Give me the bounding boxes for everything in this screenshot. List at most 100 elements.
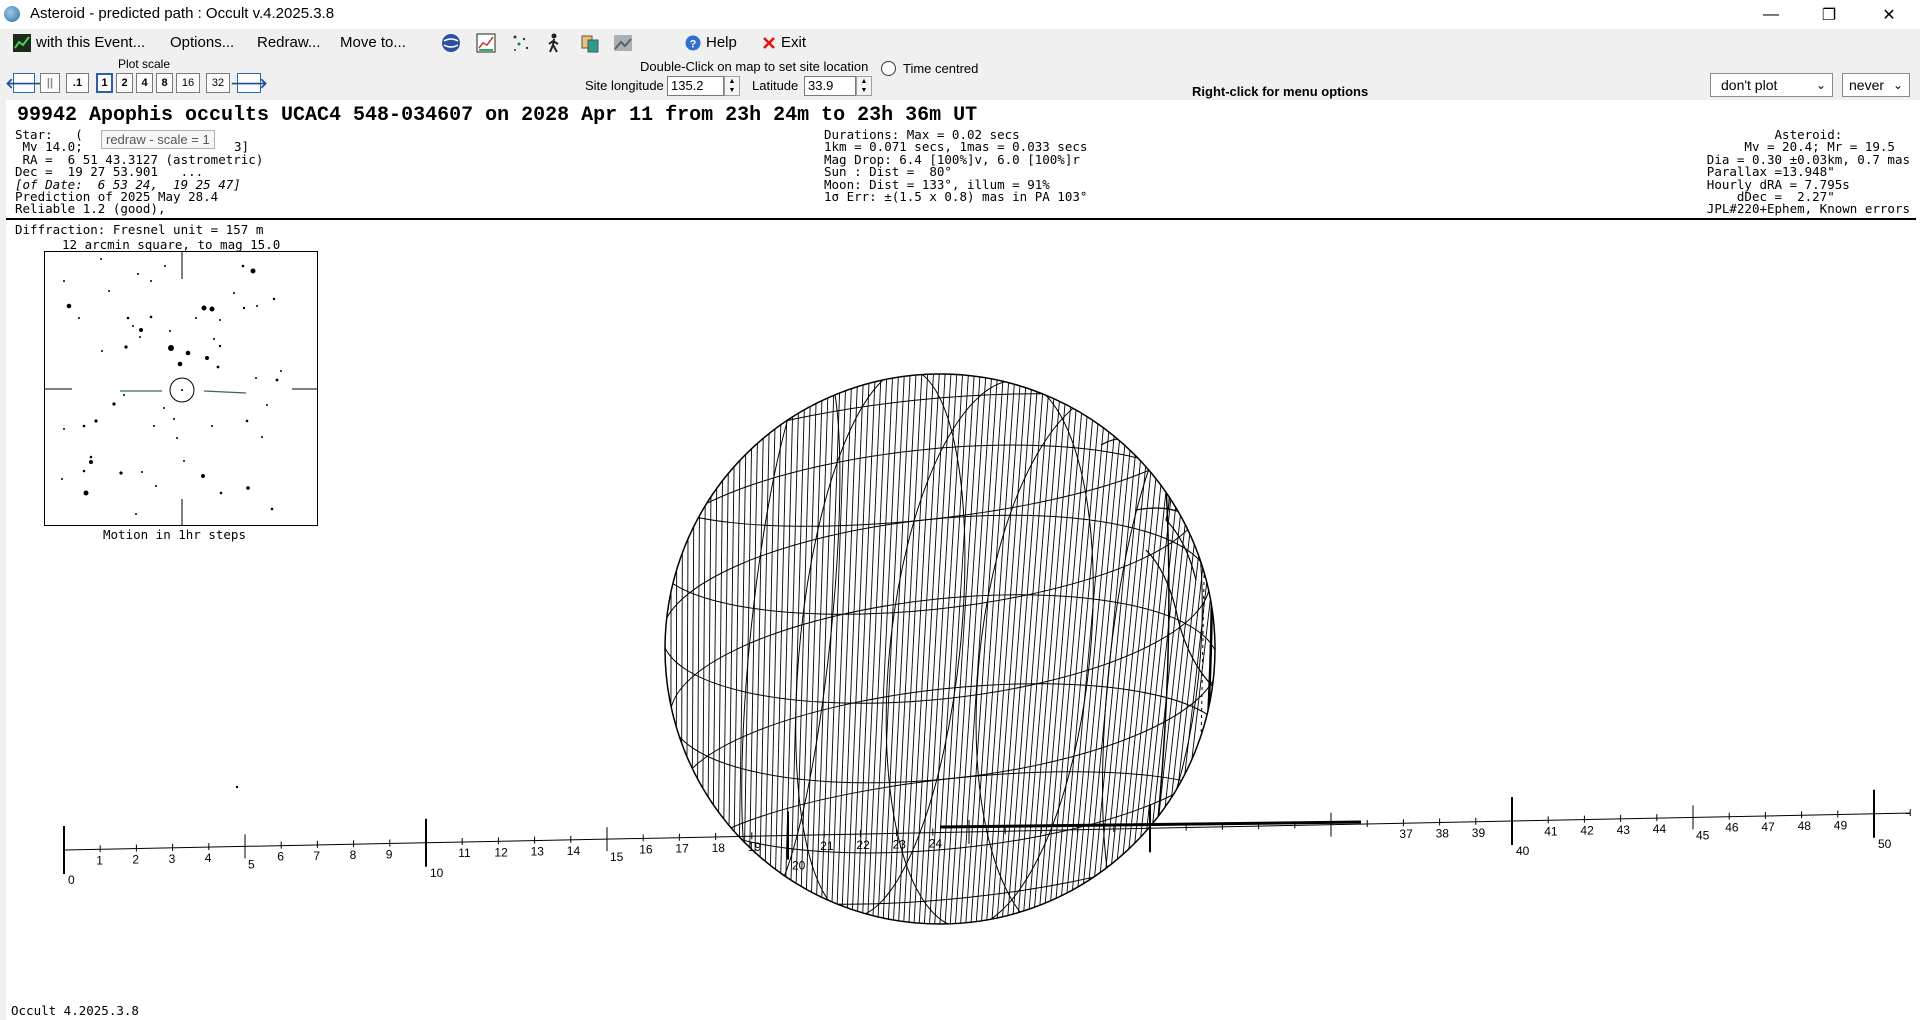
timeline-label: 39 [1472, 826, 1486, 840]
shadow-hatch-line [1001, 374, 1045, 924]
chevron-down-icon: ⌄ [1815, 78, 1826, 92]
restore-button[interactable]: ❐ [1800, 0, 1858, 29]
menu-exit[interactable]: Exit [781, 34, 806, 51]
menu-move-to[interactable]: Move to... [340, 34, 406, 51]
shadow-hatch-line [1063, 374, 1115, 924]
right-click-hint: Right-click for menu options [1192, 84, 1369, 99]
timeline-label: 3 [169, 852, 176, 866]
timeline-label: 1 [96, 853, 103, 867]
terminator-line [1179, 377, 1214, 924]
timeline-label: 2 [132, 853, 139, 867]
timeline-label: 43 [1617, 823, 1631, 837]
timeline-label: 40 [1516, 844, 1530, 858]
shadow-hatch-line [1171, 374, 1215, 924]
timeline-label: 4 [205, 851, 212, 865]
scale-button-1[interactable]: 1 [96, 73, 113, 93]
timeline-label: 37 [1399, 827, 1413, 841]
menu-help[interactable]: Help [706, 34, 737, 51]
scale-left-button[interactable]: 🡐 [5, 73, 43, 93]
menu-options[interactable]: Options... [170, 34, 234, 51]
version-footer: Occult 4.2025.3.8 [11, 1003, 139, 1018]
timeline-label: 17 [675, 842, 689, 856]
scale-button-32[interactable]: 32 [206, 73, 230, 93]
plot-scale-label: Plot scale [118, 57, 171, 71]
timeline-label: 24 [929, 837, 943, 851]
svg-text:?: ? [690, 39, 697, 51]
menu-bar: with this Event... Options... Redraw... … [0, 29, 1920, 58]
scale-button-16[interactable]: 16 [176, 73, 200, 93]
app-icon [4, 6, 20, 22]
close-icon [761, 35, 777, 51]
pause-button[interactable]: || [40, 73, 60, 93]
shadow-hatch-line [830, 374, 853, 924]
coastlines [1100, 438, 1215, 924]
latitude-spinner[interactable]: ▲ ▼ [856, 76, 872, 96]
timeline-label: 19 [748, 840, 762, 854]
minimize-button[interactable]: — [1742, 0, 1800, 29]
window-title: Asteroid - predicted path : Occult v.4.2… [30, 5, 335, 22]
site-longitude-label: Site longitude [585, 78, 664, 93]
path-limit-dotted [1261, 500, 1288, 1020]
double-click-hint: Double-Click on map to set site location [640, 59, 869, 74]
timeline-label: 21 [820, 839, 834, 853]
chart-icon[interactable] [476, 33, 496, 53]
shadow-hatch-line [1083, 374, 1139, 924]
stars-icon[interactable] [511, 33, 531, 53]
timeline-label: 44 [1653, 822, 1667, 836]
shadow-hatch-line [980, 374, 1022, 924]
timeline-label: 14 [567, 844, 581, 858]
shadow-hatch-line [1089, 374, 1144, 924]
timeline-label: 47 [1761, 820, 1775, 834]
menu-redraw[interactable]: Redraw... [257, 34, 320, 51]
close-window-button[interactable]: ✕ [1860, 0, 1918, 29]
timeline-label: 42 [1580, 824, 1594, 838]
never-combo-value: never [1849, 77, 1885, 93]
scale-button-01[interactable]: .1 [66, 73, 89, 93]
globe-graticule [665, 374, 1288, 1020]
timeline-label: 9 [386, 847, 393, 861]
image-icon[interactable] [613, 33, 633, 53]
timeline-label: 49 [1834, 819, 1848, 833]
latitude-input[interactable]: 33.9 [804, 76, 856, 96]
globe-map[interactable]: 01 2 3 4 56 7 8 91011 12 13 14 1516 17 18 192021 22 23 24… [6, 100, 1920, 1020]
site-longitude-input[interactable]: 135.2 [667, 76, 724, 96]
site-longitude-spinner[interactable]: ▲ ▼ [724, 76, 740, 96]
shadow-hatch-line [975, 374, 1016, 924]
never-combo[interactable]: never ⌄ [1842, 73, 1910, 97]
timeline-label: 12 [494, 845, 508, 859]
timeline-label: 46 [1725, 821, 1739, 835]
timeline-label: 16 [639, 842, 653, 856]
shadow-hatch-line [768, 374, 783, 924]
menu-with-event[interactable]: with this Event... [36, 34, 145, 51]
timeline-label: 10 [430, 866, 444, 880]
timeline-label: 18 [712, 841, 726, 855]
shadow-hatch-line [995, 374, 1040, 924]
timeline-label: 50 [1878, 837, 1892, 851]
timeline-label: 7 [313, 849, 320, 863]
timeline-label: 0 [68, 873, 75, 887]
time-centred-label: Time centred [903, 61, 979, 76]
latitude-label: Latitude [752, 78, 799, 93]
timeline-label: 23 [893, 837, 907, 851]
timeline-label: 45 [1696, 828, 1710, 842]
globe-icon[interactable] [441, 33, 461, 53]
timeline-label: 6 [277, 850, 284, 864]
scale-button-4[interactable]: 4 [136, 73, 153, 93]
copy-icon[interactable] [580, 33, 600, 53]
plot-combo[interactable]: don't plot ⌄ [1710, 73, 1833, 97]
timeline-label: 41 [1544, 824, 1558, 838]
scale-button-8[interactable]: 8 [156, 73, 173, 93]
scale-button-2[interactable]: 2 [116, 73, 133, 93]
title-bar: Asteroid - predicted path : Occult v.4.2… [0, 0, 1920, 29]
walker-icon[interactable] [545, 33, 565, 53]
shadow-hatch-line [1135, 374, 1197, 924]
timeline-label: 48 [1798, 819, 1812, 833]
timeline-label: 5 [248, 857, 255, 871]
shadow-hatch-line [696, 374, 701, 924]
time-centred-radio[interactable] [881, 61, 896, 76]
chevron-down-icon: ⌄ [1892, 78, 1903, 92]
shadow-hatch-line [1099, 374, 1156, 924]
scale-right-button[interactable]: 🡒 [230, 73, 268, 93]
timeline-label: 8 [350, 848, 357, 862]
shadow-hatch-line [701, 374, 707, 924]
